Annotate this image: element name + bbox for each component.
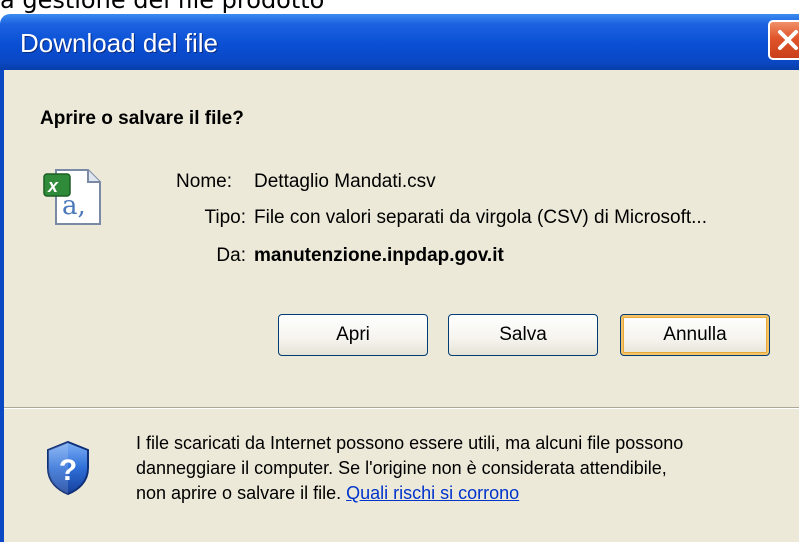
cancel-button[interactable]: Annulla	[620, 314, 770, 356]
excel-csv-file-icon: x a,	[42, 166, 104, 233]
title-bar[interactable]: Download del file	[0, 14, 799, 70]
source-host-value: manutenzione.inpdap.gov.it	[254, 245, 504, 266]
risks-link[interactable]: Quali rischi si corrono	[346, 483, 519, 503]
file-type-value: File con valori separati da virgola (CSV…	[254, 207, 707, 228]
type-label: Tipo:	[204, 207, 246, 228]
shield-question-icon: ?	[44, 440, 92, 501]
dialog-body: Aprire o salvare il file? x a, Nome: Det…	[4, 70, 799, 542]
warning-line-1: I file scaricati da Internet possono ess…	[136, 433, 684, 453]
warning-line-3: non aprire o salvare il file. Quali risc…	[136, 481, 786, 506]
close-icon	[778, 30, 798, 50]
svg-text:a,: a,	[62, 191, 86, 221]
save-button[interactable]: Salva	[448, 314, 598, 356]
svg-text:x: x	[47, 176, 59, 196]
download-dialog: Download del file Aprire o salvare il fi…	[0, 14, 799, 542]
dialog-title: Download del file	[20, 28, 219, 58]
open-button[interactable]: Apri	[278, 314, 428, 356]
name-label: Nome:	[176, 171, 232, 192]
from-label: Da:	[216, 245, 246, 266]
dialog-question: Aprire o salvare il file?	[40, 108, 244, 129]
background-page-caption: a gestione del file prodotto	[0, 0, 325, 14]
file-name-value: Dettaglio Mandati.csv	[254, 171, 436, 192]
warning-line-3-text: non aprire o salvare il file.	[136, 483, 342, 503]
close-button[interactable]	[768, 20, 799, 60]
svg-text:?: ?	[59, 454, 77, 487]
warning-line-2: danneggiare il computer. Se l'origine no…	[136, 458, 667, 478]
security-warning-text: I file scaricati da Internet possono ess…	[136, 431, 786, 506]
section-divider	[4, 407, 799, 409]
